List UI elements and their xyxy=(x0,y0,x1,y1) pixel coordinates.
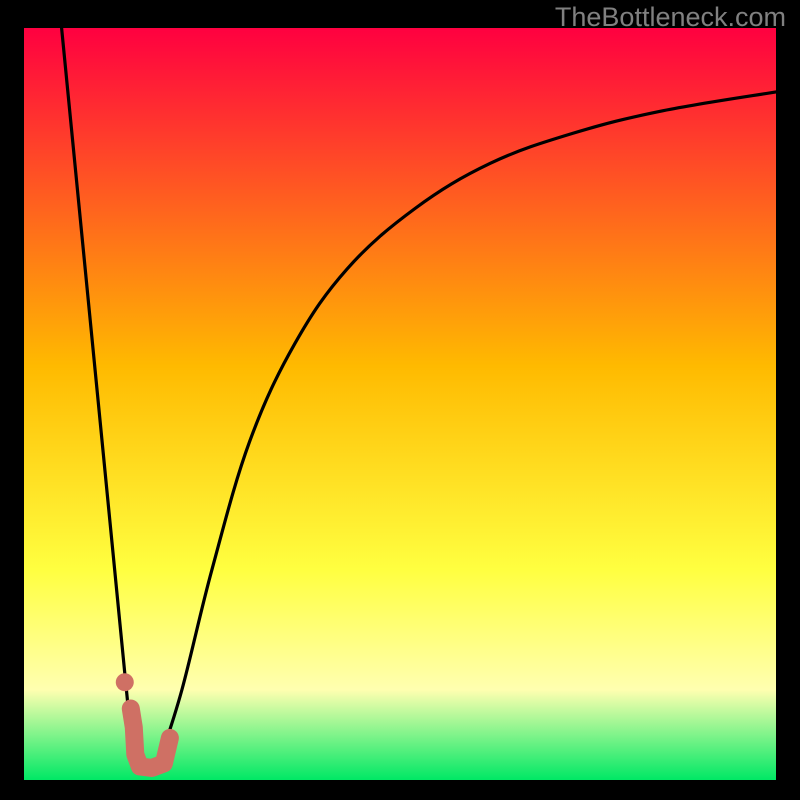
j-hook-dot-marker xyxy=(116,673,134,691)
plot-background xyxy=(24,28,776,780)
bottleneck-chart xyxy=(0,0,800,800)
attribution-text: TheBottleneck.com xyxy=(555,2,786,33)
